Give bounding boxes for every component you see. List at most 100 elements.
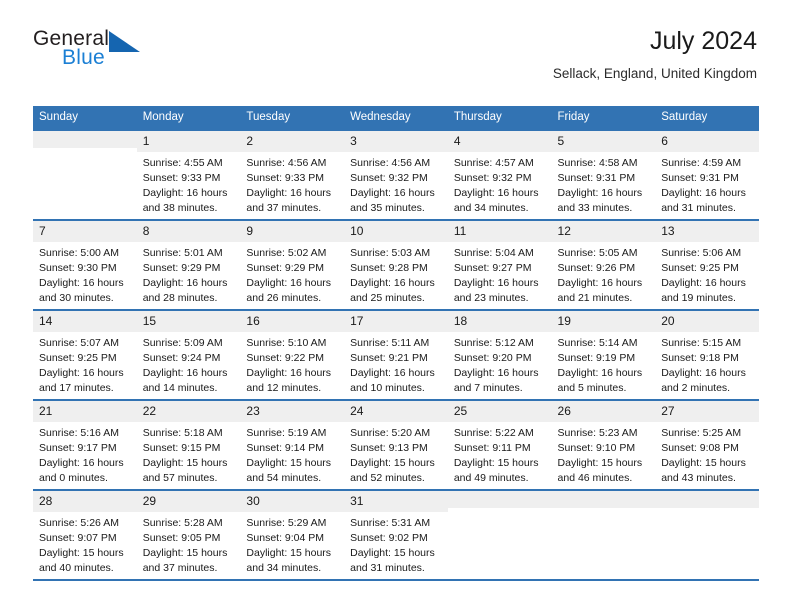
daylight-duration-line2: and 43 minutes. [661,471,736,484]
daylight-duration-line2: and 26 minutes. [246,291,322,304]
day-cell: 6 Sunrise: 4:59 AM Sunset: 9:31 PM Daylight… [655,130,759,219]
calendar-cell[interactable]: 30 Sunrise: 5:29 AM Sunset: 9:04 PM Dayligh… [240,488,345,579]
day-number: 15 [136,310,241,332]
sunset-time: Sunset: 9:08 PM [661,441,739,454]
day-number: 25 [447,400,552,422]
calendar-week-row: 21 Sunrise: 5:16 AM Sunset: 9:17 PM Dayligh… [33,398,759,490]
day-info: Sunrise: 5:09 AM Sunset: 9:24 PM Daylight:… [137,332,241,396]
calendar-cell[interactable]: 6 Sunrise: 4:59 AM Sunset: 9:31 PM Daylight… [655,130,759,220]
day-number: 23 [240,400,345,422]
calendar-cell[interactable]: 15 Sunrise: 5:09 AM Sunset: 9:24 PM Dayligh… [136,308,241,400]
day-info: Sunrise: 5:28 AM Sunset: 9:05 PM Daylight:… [137,512,241,576]
daylight-duration-line2: and 7 minutes. [453,381,523,394]
calendar-cell[interactable]: 26 Sunrise: 5:23 AM Sunset: 9:10 PM Dayligh… [551,398,656,490]
day-number: 11 [447,220,552,242]
daylight-duration-line1: Daylight: 16 hours [246,366,332,379]
calendar-cell[interactable]: 16 Sunrise: 5:10 AM Sunset: 9:22 PM Dayligh… [240,308,345,400]
calendar-cell[interactable]: 13 Sunrise: 5:06 AM Sunset: 9:25 PM Dayligh… [655,218,759,310]
calendar-cell[interactable]: 28 Sunrise: 5:26 AM Sunset: 9:07 PM Dayligh… [33,488,137,579]
weekday-header-thursday: Thursday [447,106,552,131]
daylight-duration-line1: Daylight: 16 hours [142,276,228,289]
brand-logo[interactable]: General Blue [33,28,153,76]
daylight-duration-line2: and 12 minutes. [246,381,322,394]
day-cell [33,130,137,219]
daylight-duration-line1: Daylight: 15 hours [246,546,332,559]
calendar-cell[interactable]: 12 Sunrise: 5:05 AM Sunset: 9:26 PM Dayligh… [551,218,656,310]
day-cell: 12 Sunrise: 5:05 AM Sunset: 9:26 PM Dayligh… [551,220,656,309]
calendar-body: 1 Sunrise: 4:55 AM Sunset: 9:33 PM Daylight… [33,130,759,579]
calendar-cell[interactable]: 8 Sunrise: 5:01 AM Sunset: 9:29 PM Daylight… [136,218,241,310]
calendar-cell[interactable]: 14 Sunrise: 5:07 AM Sunset: 9:25 PM Dayligh… [33,308,137,400]
sunset-time: Sunset: 9:32 PM [350,171,428,184]
calendar-cell[interactable]: 18 Sunrise: 5:12 AM Sunset: 9:20 PM Dayligh… [447,308,552,400]
calendar-cell[interactable]: 2 Sunrise: 4:56 AM Sunset: 9:33 PM Daylight… [240,130,345,220]
sunset-time: Sunset: 9:29 PM [142,261,221,274]
daylight-duration-line2: and 57 minutes. [142,471,218,484]
calendar-cell[interactable]: 31 Sunrise: 5:31 AM Sunset: 9:02 PM Dayligh… [344,488,448,579]
calendar-cell [551,488,656,579]
calendar-cell[interactable]: 29 Sunrise: 5:28 AM Sunset: 9:05 PM Dayligh… [136,488,241,579]
weekday-header-tuesday: Tuesday [240,106,345,131]
daylight-duration-line2: and 25 minutes. [350,291,425,304]
sunset-time: Sunset: 9:07 PM [39,531,117,544]
sunset-time: Sunset: 9:05 PM [142,531,221,544]
calendar-cell[interactable]: 22 Sunrise: 5:18 AM Sunset: 9:15 PM Dayligh… [136,398,241,490]
sunrise-time: Sunrise: 5:04 AM [453,246,534,259]
calendar-cell[interactable]: 11 Sunrise: 5:04 AM Sunset: 9:27 PM Dayligh… [447,218,552,310]
calendar-cell[interactable]: 3 Sunrise: 4:56 AM Sunset: 9:32 PM Daylight… [344,130,448,220]
calendar-cell[interactable]: 21 Sunrise: 5:16 AM Sunset: 9:17 PM Dayligh… [33,398,137,490]
daylight-duration-line1: Daylight: 16 hours [142,186,228,199]
day-number: 4 [447,130,552,152]
calendar-cell[interactable]: 10 Sunrise: 5:03 AM Sunset: 9:28 PM Dayligh… [344,218,448,310]
sunset-time: Sunset: 9:30 PM [39,261,117,274]
day-info: Sunrise: 5:29 AM Sunset: 9:04 PM Daylight:… [240,512,344,576]
daylight-duration-line1: Daylight: 16 hours [39,276,124,289]
sunset-time: Sunset: 9:31 PM [557,171,636,184]
day-number: 14 [33,310,137,332]
day-info: Sunrise: 5:04 AM Sunset: 9:27 PM Daylight:… [448,242,552,306]
sunset-time: Sunset: 9:13 PM [350,441,428,454]
daylight-duration-line2: and 49 minutes. [453,471,529,484]
calendar-cell[interactable]: 17 Sunrise: 5:11 AM Sunset: 9:21 PM Dayligh… [344,308,448,400]
calendar-cell[interactable]: 27 Sunrise: 5:25 AM Sunset: 9:08 PM Dayligh… [655,398,759,490]
sunrise-time: Sunrise: 5:28 AM [142,516,223,529]
sunset-time: Sunset: 9:04 PM [246,531,325,544]
day-cell: 9 Sunrise: 5:02 AM Sunset: 9:29 PM Daylight… [240,220,345,309]
daylight-duration-line2: and 14 minutes. [142,381,218,394]
daylight-duration-line1: Daylight: 15 hours [661,456,746,469]
calendar-cell[interactable]: 5 Sunrise: 4:58 AM Sunset: 9:31 PM Daylight… [551,130,656,220]
sunset-time: Sunset: 9:10 PM [557,441,636,454]
calendar-cell[interactable]: 19 Sunrise: 5:14 AM Sunset: 9:19 PM Dayligh… [551,308,656,400]
day-cell: 23 Sunrise: 5:19 AM Sunset: 9:14 PM Dayligh… [240,400,345,489]
calendar-cell[interactable]: 7 Sunrise: 5:00 AM Sunset: 9:30 PM Daylight… [33,218,137,310]
calendar-cell[interactable]: 9 Sunrise: 5:02 AM Sunset: 9:29 PM Daylight… [240,218,345,310]
day-info: Sunrise: 5:03 AM Sunset: 9:28 PM Daylight:… [344,242,448,306]
sunset-time: Sunset: 9:18 PM [661,351,739,364]
triangle-logo-icon [109,31,140,52]
daylight-duration-line1: Daylight: 15 hours [350,456,435,469]
sunrise-time: Sunrise: 5:31 AM [350,516,431,529]
day-cell: 2 Sunrise: 4:56 AM Sunset: 9:33 PM Daylight… [240,130,345,219]
sunrise-time: Sunrise: 5:03 AM [350,246,431,259]
day-info: Sunrise: 5:05 AM Sunset: 9:26 PM Daylight:… [552,242,656,306]
calendar-cell[interactable]: 1 Sunrise: 4:55 AM Sunset: 9:33 PM Daylight… [136,130,241,220]
sunset-time: Sunset: 9:11 PM [453,441,531,454]
calendar-cell[interactable]: 23 Sunrise: 5:19 AM Sunset: 9:14 PM Dayligh… [240,398,345,490]
sunset-time: Sunset: 9:26 PM [557,261,636,274]
day-number: 22 [136,400,241,422]
day-number: 31 [344,490,448,512]
day-cell: 15 Sunrise: 5:09 AM Sunset: 9:24 PM Dayligh… [136,310,241,399]
calendar-cell[interactable]: 24 Sunrise: 5:20 AM Sunset: 9:13 PM Dayligh… [344,398,448,490]
day-info: Sunrise: 4:59 AM Sunset: 9:31 PM Daylight:… [655,152,759,216]
calendar-cell[interactable]: 4 Sunrise: 4:57 AM Sunset: 9:32 PM Daylight… [447,130,552,220]
calendar-cell[interactable]: 25 Sunrise: 5:22 AM Sunset: 9:11 PM Dayligh… [447,398,552,490]
daylight-duration-line1: Daylight: 16 hours [350,276,435,289]
day-cell: 19 Sunrise: 5:14 AM Sunset: 9:19 PM Dayligh… [551,310,656,399]
day-number: 10 [344,220,448,242]
daylight-duration-line2: and 38 minutes. [142,201,218,214]
day-info: Sunrise: 5:23 AM Sunset: 9:10 PM Daylight:… [552,422,656,486]
sunrise-time: Sunrise: 5:20 AM [350,426,431,439]
sunrise-time: Sunrise: 5:10 AM [246,336,327,349]
calendar-cell[interactable]: 20 Sunrise: 5:15 AM Sunset: 9:18 PM Dayligh… [655,308,759,400]
weekday-header-sunday: Sunday [33,106,137,131]
